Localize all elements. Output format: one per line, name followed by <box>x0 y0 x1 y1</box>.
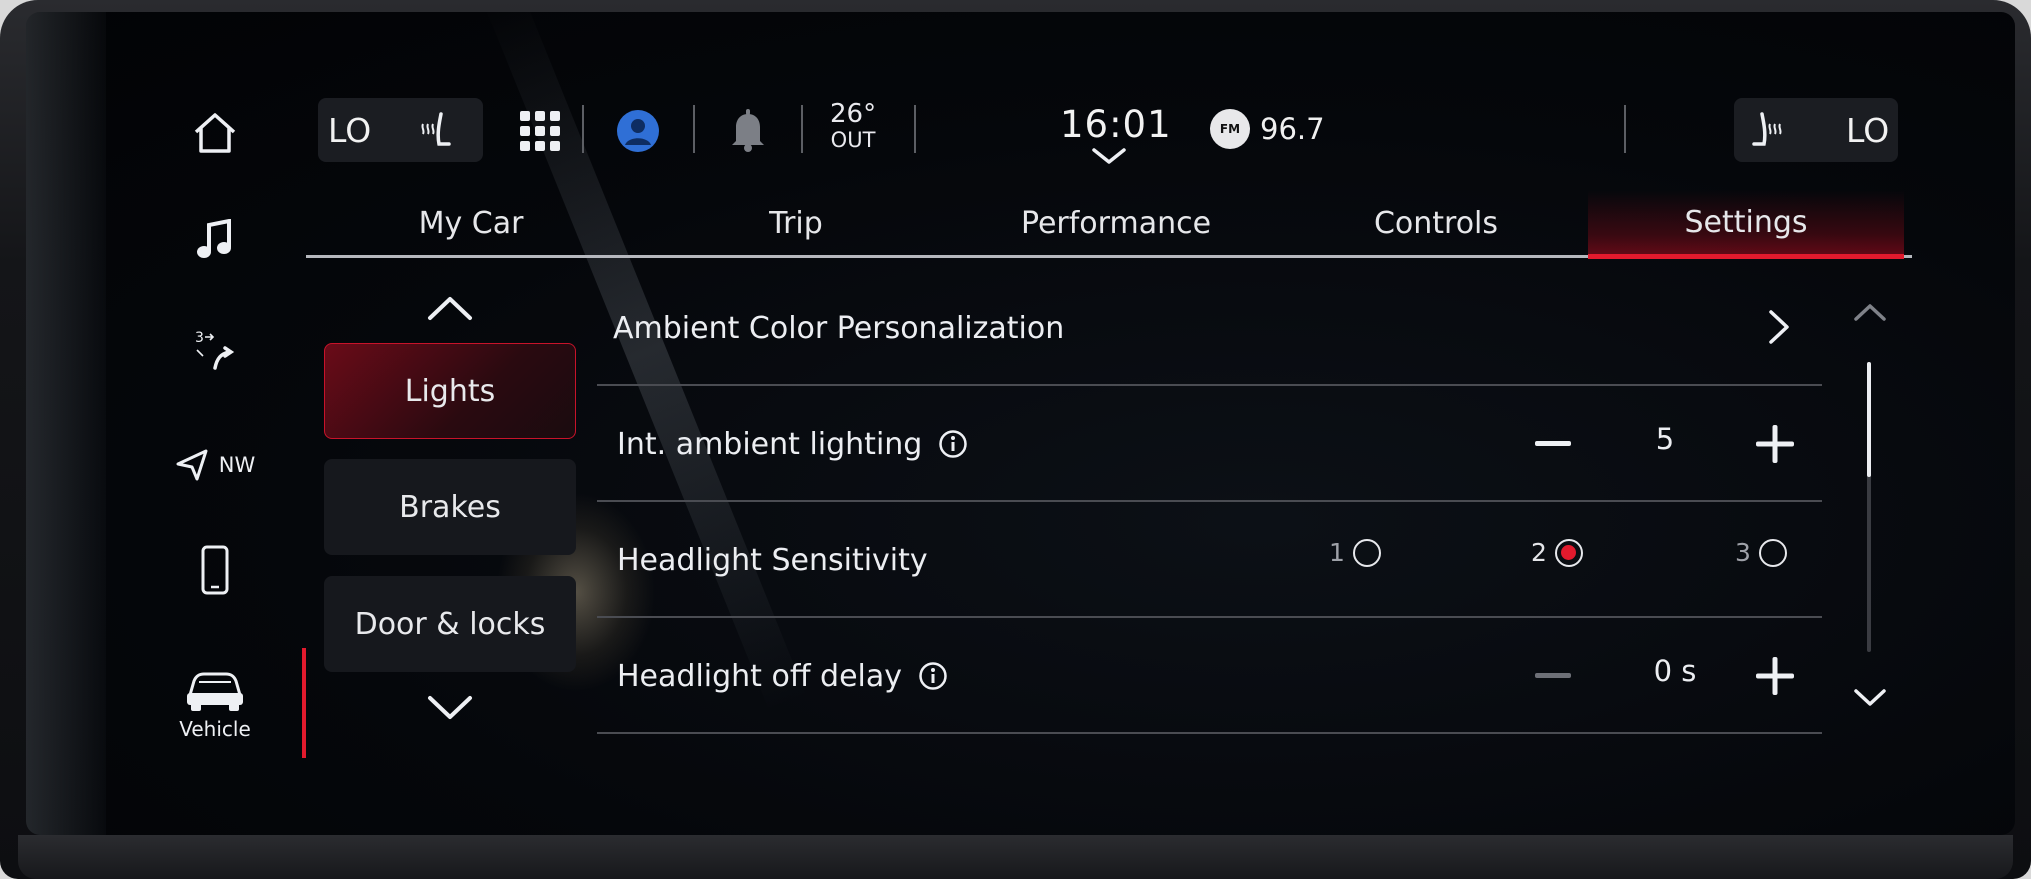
section-tabs: My Car Trip Performance Controls Setting… <box>306 190 1912 259</box>
glare-left <box>26 12 106 835</box>
tab-trip[interactable]: Trip <box>636 190 956 256</box>
plus-icon <box>1756 657 1794 695</box>
minus-icon <box>1535 441 1571 446</box>
category-scroll-up[interactable] <box>420 288 480 328</box>
radio-frequency: 96.7 <box>1260 112 1325 146</box>
setting-int-ambient-lighting: Int. ambient lighting 5 <box>597 386 1822 502</box>
list-scrollbar <box>1845 290 1895 730</box>
navigation-arrow-icon <box>176 449 208 481</box>
setting-label: Ambient Color Personalization <box>613 310 1065 346</box>
outside-temperature: 26° OUT <box>830 101 876 153</box>
radio-button-selected <box>1554 538 1583 567</box>
chevron-down-icon[interactable] <box>1091 147 1127 165</box>
compass-button[interactable]: NW <box>150 430 280 500</box>
status-separator <box>582 105 584 153</box>
tab-my-car[interactable]: My Car <box>306 190 636 256</box>
outside-temp-label: OUT <box>830 128 876 152</box>
minus-icon <box>1535 673 1571 678</box>
apps-grid-button[interactable] <box>518 109 562 153</box>
scroll-thumb[interactable] <box>1867 362 1871 477</box>
radio-source[interactable]: FM 96.7 <box>1210 109 1325 149</box>
media-button[interactable] <box>150 205 280 275</box>
status-separator <box>693 105 695 153</box>
ambient-lighting-value: 5 <box>1655 422 1675 456</box>
tab-performance[interactable]: Performance <box>956 190 1276 256</box>
category-scroll-down[interactable] <box>420 688 480 728</box>
clock[interactable]: 16:01 <box>1060 103 1172 146</box>
chevron-down-icon <box>428 696 472 719</box>
passenger-climate-control[interactable]: LO <box>1734 98 1898 162</box>
heated-seat-icon <box>421 112 451 146</box>
tab-controls[interactable]: Controls <box>1276 190 1596 256</box>
increase-button[interactable] <box>1749 418 1801 470</box>
route-turn-icon: 3 <box>195 330 235 370</box>
option-label: 1 <box>1329 538 1345 567</box>
category-lights[interactable]: Lights <box>324 343 576 439</box>
vehicle-button[interactable]: Vehicle <box>150 648 306 758</box>
passenger-temp: LO <box>1846 110 1890 150</box>
scroll-down-icon[interactable] <box>1853 688 1887 708</box>
sensitivity-option-2[interactable]: 2 <box>1531 538 1583 567</box>
radio-button <box>1758 538 1787 567</box>
fm-badge: FM <box>1210 109 1250 149</box>
tab-settings[interactable]: Settings <box>1588 190 1904 259</box>
profile-button[interactable] <box>616 109 660 153</box>
setting-label-wrap: Headlight off delay <box>617 618 948 734</box>
plus-icon <box>1756 425 1794 463</box>
setting-label: Headlight off delay <box>617 658 902 694</box>
compass-direction: NW <box>218 453 256 477</box>
setting-label: Int. ambient lighting <box>617 426 923 462</box>
info-icon[interactable] <box>918 661 948 691</box>
driver-temp: LO <box>328 110 372 150</box>
decrease-button-disabled[interactable] <box>1527 650 1579 702</box>
left-rail: 3 NW Vehicle <box>150 70 306 760</box>
bezel-bottom <box>18 835 2013 879</box>
home-icon <box>194 113 236 153</box>
radio-button <box>1352 538 1381 567</box>
outside-temp-value: 26° <box>830 99 877 129</box>
option-label: 3 <box>1735 538 1751 567</box>
settings-list: Ambient Color Personalization Int. ambie… <box>597 270 1827 734</box>
notifications-button[interactable] <box>728 107 768 153</box>
settings-categories: Lights Brakes Door & locks <box>322 280 578 740</box>
driver-climate-control[interactable]: LO <box>318 98 483 162</box>
home-button[interactable] <box>150 98 280 168</box>
increase-button[interactable] <box>1749 650 1801 702</box>
car-icon <box>187 672 243 711</box>
setting-ambient-color[interactable]: Ambient Color Personalization <box>597 270 1822 386</box>
clock-time: 16:01 <box>1060 103 1172 146</box>
option-label: 2 <box>1531 538 1547 567</box>
setting-label: Headlight Sensitivity <box>617 542 928 578</box>
phone-button[interactable] <box>150 535 280 605</box>
category-door-locks[interactable]: Door & locks <box>324 576 576 672</box>
sensitivity-option-1[interactable]: 1 <box>1329 538 1381 567</box>
status-separator <box>914 105 916 153</box>
user-profile-icon <box>617 110 659 152</box>
navigation-button[interactable]: 3 <box>150 315 280 385</box>
decrease-button[interactable] <box>1527 418 1579 470</box>
music-note-icon <box>197 219 231 258</box>
chevron-right-icon <box>1769 310 1789 344</box>
setting-headlight-sensitivity: Headlight Sensitivity 1 2 3 <box>597 502 1822 618</box>
off-delay-value: 0 s <box>1653 654 1697 688</box>
chevron-up-icon <box>428 297 472 320</box>
phone-icon <box>201 545 229 595</box>
heated-seat-icon <box>1752 112 1782 146</box>
setting-headlight-off-delay: Headlight off delay 0 s <box>597 618 1822 734</box>
setting-label-wrap: Int. ambient lighting <box>617 386 968 502</box>
category-brakes[interactable]: Brakes <box>324 459 576 555</box>
info-icon[interactable] <box>938 429 968 459</box>
sensitivity-option-3[interactable]: 3 <box>1735 538 1787 567</box>
status-separator <box>801 105 803 153</box>
bell-icon <box>732 109 764 152</box>
scroll-up-icon[interactable] <box>1853 302 1887 322</box>
nav-distance-badge: 3 <box>195 330 204 346</box>
apps-grid-icon <box>520 111 560 151</box>
status-separator <box>1624 105 1626 153</box>
rail-active-indicator <box>302 648 306 758</box>
vehicle-label: Vehicle <box>179 717 251 741</box>
status-bar: LO 26° OUT 16:01 FM 96.7 LO <box>318 95 1898 165</box>
